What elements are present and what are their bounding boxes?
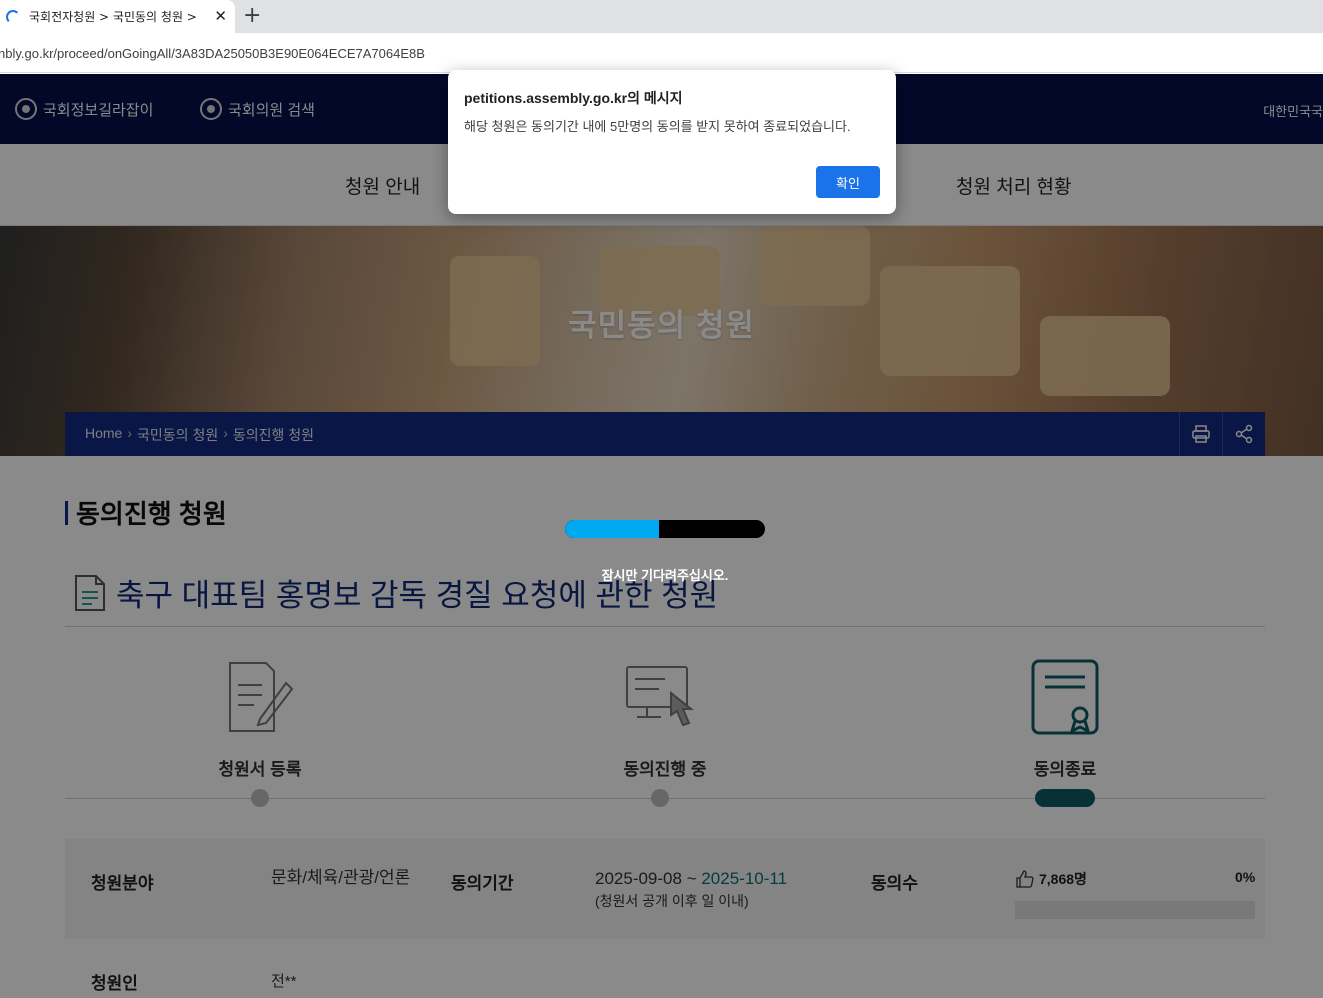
ok-button[interactable]: 확인 <box>816 166 880 198</box>
loading-progress-fill <box>565 520 659 538</box>
loading-progress-bar <box>565 520 765 538</box>
dialog-message: 해당 청원은 동의기간 내에 5만명의 동의를 받지 못하여 종료되었습니다. <box>464 119 851 134</box>
url-text[interactable]: nbly.go.kr/proceed/onGoingAll/3A83DA2505… <box>0 46 425 61</box>
new-tab-button[interactable]: + <box>243 4 261 28</box>
alert-dialog: petitions.assembly.go.kr의 메시지 해당 청원은 동의기… <box>448 70 896 214</box>
loading-spinner-icon <box>6 9 20 24</box>
dialog-title: petitions.assembly.go.kr의 메시지 <box>464 90 683 106</box>
address-bar[interactable]: nbly.go.kr/proceed/onGoingAll/3A83DA2505… <box>0 33 1323 73</box>
browser-tab-strip: 국회전자청원 > 국민동의 청원 > ✕ + <box>0 0 1323 33</box>
browser-tab[interactable]: 국회전자청원 > 국민동의 청원 > ✕ <box>0 0 235 33</box>
close-tab-icon[interactable]: ✕ <box>214 8 227 24</box>
loading-text: 잠시만 기다려주십시오. <box>601 568 729 583</box>
tab-title: 국회전자청원 > 국민동의 청원 > <box>29 10 197 24</box>
